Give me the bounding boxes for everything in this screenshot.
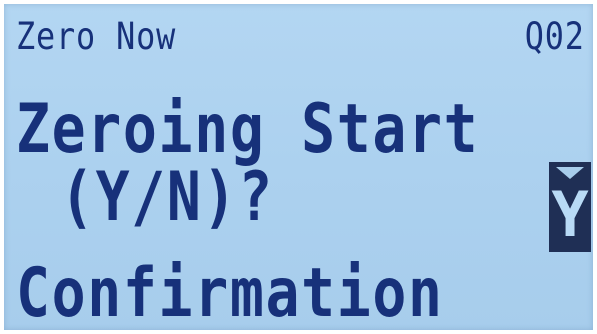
screen-title: Zero Now: [16, 15, 177, 58]
parameter-code: Q02: [524, 15, 585, 58]
screenshot-frame: Zero Now Q02 Zeroing Start (Y/N)? Confir…: [0, 0, 597, 334]
yes-no-prompt: (Y/N)?: [60, 158, 274, 237]
confirmation-label: Confirmation: [16, 254, 444, 330]
selection-value[interactable]: Y: [549, 184, 591, 246]
lcd-display: Zero Now Q02 Zeroing Start (Y/N)? Confir…: [4, 4, 593, 330]
zeroing-start-prompt: Zeroing Start: [16, 90, 480, 169]
